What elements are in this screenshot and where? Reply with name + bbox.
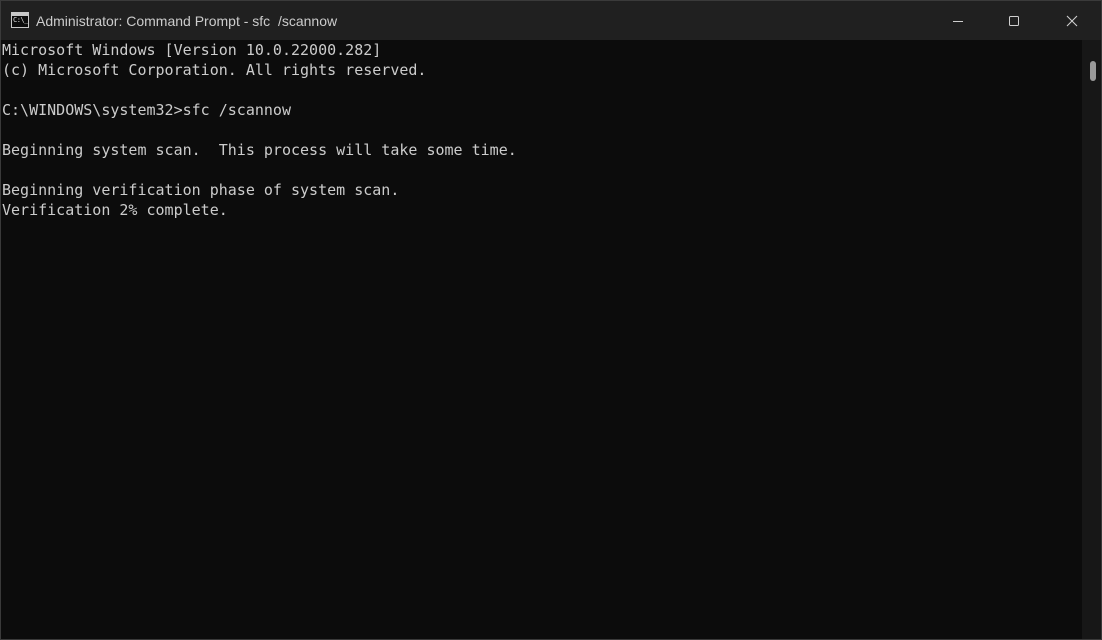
minimize-button[interactable] xyxy=(929,1,987,40)
console-line: Microsoft Windows [Version 10.0.22000.28… xyxy=(2,41,382,59)
console-output[interactable]: Microsoft Windows [Version 10.0.22000.28… xyxy=(1,40,1081,639)
minimize-icon xyxy=(953,20,963,22)
title-bar[interactable]: C:\_ Administrator: Command Prompt - sfc… xyxy=(1,1,1101,40)
maximize-icon xyxy=(1009,15,1019,26)
cmd-icon[interactable]: C:\_ xyxy=(11,12,29,28)
close-icon xyxy=(1066,15,1078,26)
scrollbar-thumb[interactable] xyxy=(1090,61,1096,81)
close-button[interactable] xyxy=(1043,1,1101,40)
console-line: C:\WINDOWS\system32>sfc /scannow xyxy=(2,101,291,119)
console-line: Beginning verification phase of system s… xyxy=(2,181,400,199)
command-prompt-window: C:\_ Administrator: Command Prompt - sfc… xyxy=(0,0,1102,640)
console-line: Beginning system scan. This process will… xyxy=(2,141,517,159)
console-line: Verification 2% complete. xyxy=(2,201,228,219)
maximize-button[interactable] xyxy=(985,1,1043,40)
cmd-icon-glyph: C:\_ xyxy=(13,16,28,24)
window-title: Administrator: Command Prompt - sfc /sca… xyxy=(36,13,338,29)
console-line: (c) Microsoft Corporation. All rights re… xyxy=(2,61,427,79)
vertical-scrollbar[interactable] xyxy=(1082,40,1101,639)
